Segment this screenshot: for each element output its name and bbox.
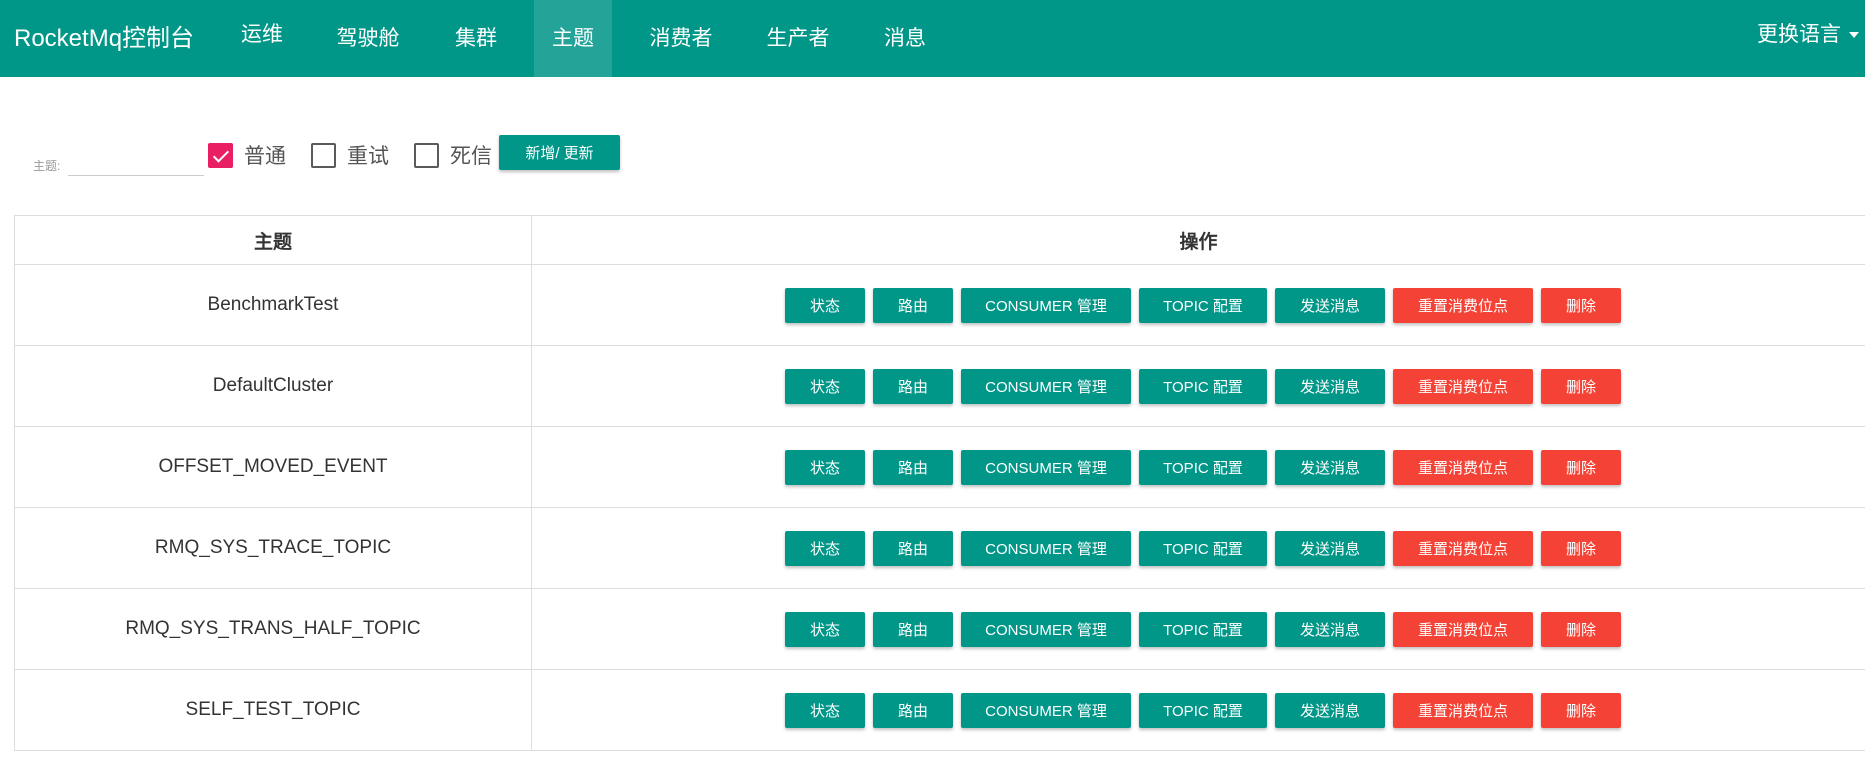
top-navbar: RocketMq控制台 运维 驾驶舱 集群 主题 消费者 生产者 消息 更换语言 bbox=[0, 0, 1865, 77]
consumer-manage-button[interactable]: CONSUMER 管理 bbox=[961, 611, 1131, 647]
topic-config-button[interactable]: TOPIC 配置 bbox=[1139, 287, 1267, 323]
nav-item-consumer[interactable]: 消费者 bbox=[638, 0, 724, 77]
nav-item-ops[interactable]: 运维 bbox=[231, 0, 293, 73]
table-body: BenchmarkTest 状态 路由 CONSUMER 管理 TOPIC 配置 发送消息… bbox=[14, 265, 1865, 751]
send-message-button[interactable]: 发送消息 bbox=[1275, 530, 1385, 566]
topic-filter-label: 主题: bbox=[33, 159, 61, 173]
delete-button[interactable]: 删除 bbox=[1541, 449, 1621, 485]
operations-cell: 状态 路由 CONSUMER 管理 TOPIC 配置 发送消息 重置消费位点 删除 bbox=[531, 265, 1865, 345]
topic-name-cell: DefaultCluster bbox=[14, 346, 531, 426]
reset-offset-button[interactable]: 重置消费位点 bbox=[1393, 611, 1533, 647]
nav-item-topic[interactable]: 主题 bbox=[534, 0, 612, 77]
operations-cell: 状态 路由 CONSUMER 管理 TOPIC 配置 发送消息 重置消费位点 删除 bbox=[531, 508, 1865, 588]
route-button[interactable]: 路由 bbox=[873, 530, 953, 566]
checkbox-normal[interactable]: 普通 bbox=[208, 140, 286, 170]
delete-button[interactable]: 删除 bbox=[1541, 368, 1621, 404]
topic-config-button[interactable]: TOPIC 配置 bbox=[1139, 449, 1267, 485]
consumer-manage-button[interactable]: CONSUMER 管理 bbox=[961, 368, 1131, 404]
reset-offset-button[interactable]: 重置消费位点 bbox=[1393, 287, 1533, 323]
status-button[interactable]: 状态 bbox=[785, 287, 865, 323]
table-row: RMQ_SYS_TRACE_TOPIC 状态 路由 CONSUMER 管理 TOPIC … bbox=[14, 508, 1865, 589]
topic-table: 主题 操作 BenchmarkTest 状态 路由 CONSUMER 管理 TOPIC … bbox=[14, 215, 1865, 751]
table-row: DefaultCluster 状态 路由 CONSUMER 管理 TOPIC 配置 发送消… bbox=[14, 346, 1865, 427]
table-row: SELF_TEST_TOPIC 状态 路由 CONSUMER 管理 TOPIC 配置 发送… bbox=[14, 670, 1865, 751]
checkbox-checked-icon[interactable] bbox=[208, 142, 233, 168]
topic-name-cell: SELF_TEST_TOPIC bbox=[14, 670, 531, 750]
topic-name-cell: RMQ_SYS_TRACE_TOPIC bbox=[14, 508, 531, 588]
consumer-manage-button[interactable]: CONSUMER 管理 bbox=[961, 530, 1131, 566]
topic-name-cell: OFFSET_MOVED_EVENT bbox=[14, 427, 531, 507]
route-button[interactable]: 路由 bbox=[873, 692, 953, 728]
send-message-button[interactable]: 发送消息 bbox=[1275, 692, 1385, 728]
header-topic: 主题 bbox=[14, 216, 531, 264]
nav-item-producer[interactable]: 生产者 bbox=[756, 0, 840, 77]
checkbox-unchecked-icon[interactable] bbox=[414, 142, 439, 168]
checkbox-dlq-label: 死信 bbox=[450, 145, 492, 168]
reset-offset-button[interactable]: 重置消费位点 bbox=[1393, 449, 1533, 485]
route-button[interactable]: 路由 bbox=[873, 449, 953, 485]
language-label: 更换语言 bbox=[1757, 23, 1841, 46]
status-button[interactable]: 状态 bbox=[785, 449, 865, 485]
operations-cell: 状态 路由 CONSUMER 管理 TOPIC 配置 发送消息 重置消费位点 删除 bbox=[531, 346, 1865, 426]
checkbox-retry[interactable]: 重试 bbox=[311, 140, 389, 170]
brand-title[interactable]: RocketMq控制台 bbox=[14, 18, 194, 53]
reset-offset-button[interactable]: 重置消费位点 bbox=[1393, 692, 1533, 728]
topic-config-button[interactable]: TOPIC 配置 bbox=[1139, 368, 1267, 404]
delete-button[interactable]: 删除 bbox=[1541, 611, 1621, 647]
table-row: OFFSET_MOVED_EVENT 状态 路由 CONSUMER 管理 TOPIC 配… bbox=[14, 427, 1865, 508]
nav-item-message[interactable]: 消息 bbox=[872, 0, 938, 77]
topic-filter-input[interactable] bbox=[68, 150, 204, 176]
reset-offset-button[interactable]: 重置消费位点 bbox=[1393, 368, 1533, 404]
topic-config-button[interactable]: TOPIC 配置 bbox=[1139, 692, 1267, 728]
consumer-manage-button[interactable]: CONSUMER 管理 bbox=[961, 692, 1131, 728]
topic-config-button[interactable]: TOPIC 配置 bbox=[1139, 611, 1267, 647]
route-button[interactable]: 路由 bbox=[873, 611, 953, 647]
status-button[interactable]: 状态 bbox=[785, 368, 865, 404]
operations-cell: 状态 路由 CONSUMER 管理 TOPIC 配置 发送消息 重置消费位点 删除 bbox=[531, 589, 1865, 669]
delete-button[interactable]: 删除 bbox=[1541, 287, 1621, 323]
route-button[interactable]: 路由 bbox=[873, 368, 953, 404]
send-message-button[interactable]: 发送消息 bbox=[1275, 611, 1385, 647]
consumer-manage-button[interactable]: CONSUMER 管理 bbox=[961, 449, 1131, 485]
delete-button[interactable]: 删除 bbox=[1541, 530, 1621, 566]
language-dropdown[interactable]: 更换语言 bbox=[1757, 0, 1865, 70]
checkbox-unchecked-icon[interactable] bbox=[311, 142, 336, 168]
operations-cell: 状态 路由 CONSUMER 管理 TOPIC 配置 发送消息 重置消费位点 删除 bbox=[531, 427, 1865, 507]
status-button[interactable]: 状态 bbox=[785, 611, 865, 647]
checkbox-normal-label: 普通 bbox=[244, 145, 286, 168]
reset-offset-button[interactable]: 重置消费位点 bbox=[1393, 530, 1533, 566]
topic-name-cell: RMQ_SYS_TRANS_HALF_TOPIC bbox=[14, 589, 531, 669]
topic-config-button[interactable]: TOPIC 配置 bbox=[1139, 530, 1267, 566]
delete-button[interactable]: 删除 bbox=[1541, 692, 1621, 728]
header-operations: 操作 bbox=[531, 216, 1865, 264]
consumer-manage-button[interactable]: CONSUMER 管理 bbox=[961, 287, 1131, 323]
send-message-button[interactable]: 发送消息 bbox=[1275, 287, 1385, 323]
caret-down-icon bbox=[1849, 32, 1859, 39]
send-message-button[interactable]: 发送消息 bbox=[1275, 368, 1385, 404]
operations-cell: 状态 路由 CONSUMER 管理 TOPIC 配置 发送消息 重置消费位点 删除 bbox=[531, 670, 1865, 750]
add-update-button[interactable]: 新增/ 更新 bbox=[499, 135, 620, 170]
table-row: RMQ_SYS_TRANS_HALF_TOPIC 状态 路由 CONSUMER 管理 T… bbox=[14, 589, 1865, 670]
send-message-button[interactable]: 发送消息 bbox=[1275, 449, 1385, 485]
table-row: BenchmarkTest 状态 路由 CONSUMER 管理 TOPIC 配置 发送消息… bbox=[14, 265, 1865, 346]
table-header: 主题 操作 bbox=[14, 216, 1865, 265]
route-button[interactable]: 路由 bbox=[873, 287, 953, 323]
topic-name-cell: BenchmarkTest bbox=[14, 265, 531, 345]
nav-item-dashboard[interactable]: 驾驶舱 bbox=[325, 0, 411, 77]
status-button[interactable]: 状态 bbox=[785, 530, 865, 566]
checkbox-dlq[interactable]: 死信 bbox=[414, 140, 492, 170]
nav-item-cluster[interactable]: 集群 bbox=[441, 0, 511, 77]
status-button[interactable]: 状态 bbox=[785, 692, 865, 728]
checkbox-retry-label: 重试 bbox=[347, 145, 389, 168]
